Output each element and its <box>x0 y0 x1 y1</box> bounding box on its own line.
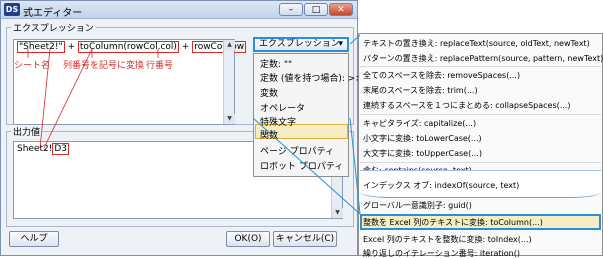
menu-item-capitalize[interactable]: キャピタライズ: capitalize(...) <box>363 118 476 129</box>
scroll-up-icon[interactable]: ▲ <box>224 40 235 50</box>
output-value-prefix: Sheet2! <box>17 144 53 154</box>
menu-item-variable[interactable]: 変数 <box>260 86 278 99</box>
expression-input[interactable]: "Sheet2!" + toColumn(rowCol.col) + rowCo… <box>13 39 247 125</box>
help-button[interactable]: ヘルプ <box>9 231 59 247</box>
token-row: rowCol.row <box>192 41 247 53</box>
scroll-down-icon[interactable]: ▼ <box>332 208 343 218</box>
close-button[interactable]: ✕ <box>329 3 353 16</box>
menu-item-special-char[interactable]: 特殊文字 <box>260 115 296 128</box>
output-value-cell: D3 <box>52 143 70 155</box>
expression-menu: 定数: "" 定数 (値を持つ場合): >> << 変数 オペレータ 特殊文字 … <box>253 53 381 177</box>
menu-separator <box>360 162 601 163</box>
window-title: 式エディター <box>23 8 83 19</box>
menu-separator <box>360 114 601 115</box>
menu-item-collapse-spaces[interactable]: 連続するスペースを１つにまとめる: collapseSpaces(...) <box>363 100 571 111</box>
menu-item-operator[interactable]: オペレータ <box>260 101 305 114</box>
menu-item-replace-pattern[interactable]: パターンの置き換え: replacePattern(source, patter… <box>363 53 603 64</box>
maximize-button[interactable]: □ <box>304 3 328 16</box>
ok-button[interactable]: OK(O) <box>226 231 270 247</box>
function-submenu: テキストの置き換え: replaceText(source, oldText, … <box>358 33 603 259</box>
chevron-down-icon: ▾ <box>338 39 343 49</box>
scroll-down-icon[interactable]: ▼ <box>224 114 235 124</box>
menu-item-to-column[interactable]: 整数を Excel 列のテキストに変換: toColumn(...) <box>363 217 543 228</box>
expression-text: "Sheet2!" + toColumn(rowCol.col) + rowCo… <box>17 41 247 53</box>
menu-item-replace-text[interactable]: テキストの置き換え: replaceText(source, oldText, … <box>363 38 590 49</box>
token-sheet: "Sheet2!" <box>17 41 65 53</box>
menu-item-function[interactable]: 関数 <box>260 128 278 141</box>
token-plus-2: + <box>178 42 193 52</box>
menu-item-to-uppercase[interactable]: 大文字に変換: toUpperCase(...) <box>363 148 482 159</box>
menu-separator <box>360 66 601 67</box>
token-tocolumn: toColumn(rowCol.col) <box>77 41 179 53</box>
menu-item-constant[interactable]: 定数: "" <box>260 57 292 70</box>
menu-item-remove-spaces[interactable]: 全てのスペースを除去: removeSpaces(...) <box>363 70 520 81</box>
minimize-button[interactable]: – <box>279 3 303 16</box>
output-group-label: 出力値 <box>13 128 41 138</box>
note-sheet-name: シート名 <box>14 61 51 71</box>
menu-item-page-property[interactable]: ページ プロパティ <box>260 144 334 157</box>
menu-item-guid[interactable]: グローバル一意識別子: guid() <box>363 200 472 211</box>
menu-item-to-lowercase[interactable]: 小文字に変換: toLowerCase(...) <box>363 133 482 144</box>
expression-editor-dialog: DS 式エディター – □ ✕ エクスプレッション "Sheet2!" + to… <box>0 0 381 256</box>
menu-item-iteration[interactable]: 繰り返しのイテレーション番号: iteration() <box>363 248 520 259</box>
expression-group-label: エクスプレッション <box>13 24 94 34</box>
expression-dropdown-label: エクスプレッション <box>259 39 340 49</box>
app-icon: DS <box>4 3 20 16</box>
menu-item-trim[interactable]: 末尾のスペースを除去: trim(...) <box>363 85 478 96</box>
menu-item-to-index[interactable]: Excel 列のテキストを整数に変換: toIndex(...) <box>363 234 532 245</box>
title-bar[interactable]: DS 式エディター – □ ✕ <box>1 1 357 19</box>
menu-item-robot-property[interactable]: ロボット プロパティ <box>260 159 343 172</box>
close-icon: ✕ <box>337 5 345 15</box>
token-plus-1: + <box>64 42 78 52</box>
note-row-number: 行番号 <box>146 61 174 71</box>
expression-dropdown[interactable]: エクスプレッション ▾ <box>253 37 349 52</box>
output-value: Sheet2! D3 <box>17 143 70 155</box>
menu-item-index-of[interactable]: インデックス オブ: indexOf(source, text) <box>363 180 520 191</box>
expression-scrollbar[interactable]: ▲ ▼ <box>223 40 235 124</box>
cancel-button[interactable]: キャンセル(C) <box>273 231 337 247</box>
note-column-convert: 列番号を記号に変換 <box>63 61 145 71</box>
